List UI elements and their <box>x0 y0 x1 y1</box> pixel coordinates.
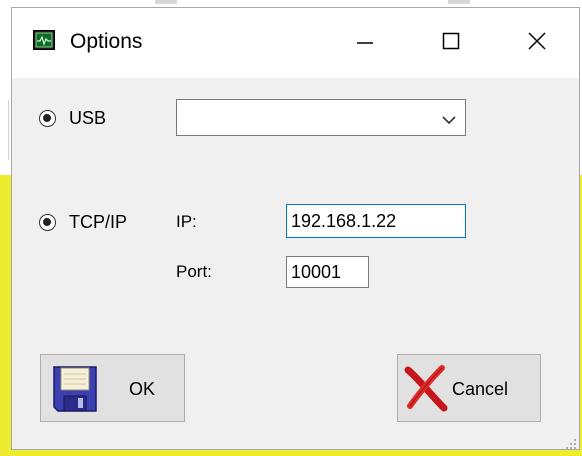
title-bar[interactable]: Options <box>12 8 579 78</box>
ip-label: IP: <box>176 212 197 231</box>
floppy-disk-icon <box>52 365 98 417</box>
port-input[interactable] <box>286 256 369 288</box>
close-button[interactable] <box>494 8 580 78</box>
tcpip-label: TCP/IP <box>69 212 128 232</box>
ok-button[interactable]: OK <box>40 354 185 422</box>
window-title: Options <box>70 30 143 53</box>
minimize-button[interactable] <box>322 8 408 78</box>
red-x-icon <box>404 364 448 416</box>
maximize-icon <box>441 31 461 55</box>
minimize-icon <box>355 31 375 55</box>
cancel-label: Cancel <box>452 379 509 399</box>
backdrop-divider <box>8 100 9 160</box>
oscilloscope-app-icon <box>33 30 55 50</box>
port-label: Port: <box>176 262 212 281</box>
cancel-button[interactable]: Cancel <box>397 354 541 422</box>
maximize-button[interactable] <box>408 8 494 78</box>
close-icon <box>527 31 547 55</box>
screen: Options USB TCP/IP IP: 192.168.1.22 Port… <box>0 0 582 456</box>
backdrop-tab <box>448 0 470 4</box>
chevron-down-icon[interactable] <box>441 111 457 125</box>
resize-grip-icon[interactable] <box>565 435 577 449</box>
usb-device-select[interactable] <box>176 99 466 136</box>
tcpip-radio[interactable] <box>39 214 56 231</box>
backdrop-tab <box>155 0 177 4</box>
ok-label: OK <box>129 379 156 399</box>
ip-input[interactable] <box>286 204 466 238</box>
options-dialog: Options USB TCP/IP IP: 192.168.1.22 Port… <box>11 7 580 450</box>
usb-label: USB <box>69 108 107 128</box>
usb-radio[interactable] <box>39 110 56 127</box>
